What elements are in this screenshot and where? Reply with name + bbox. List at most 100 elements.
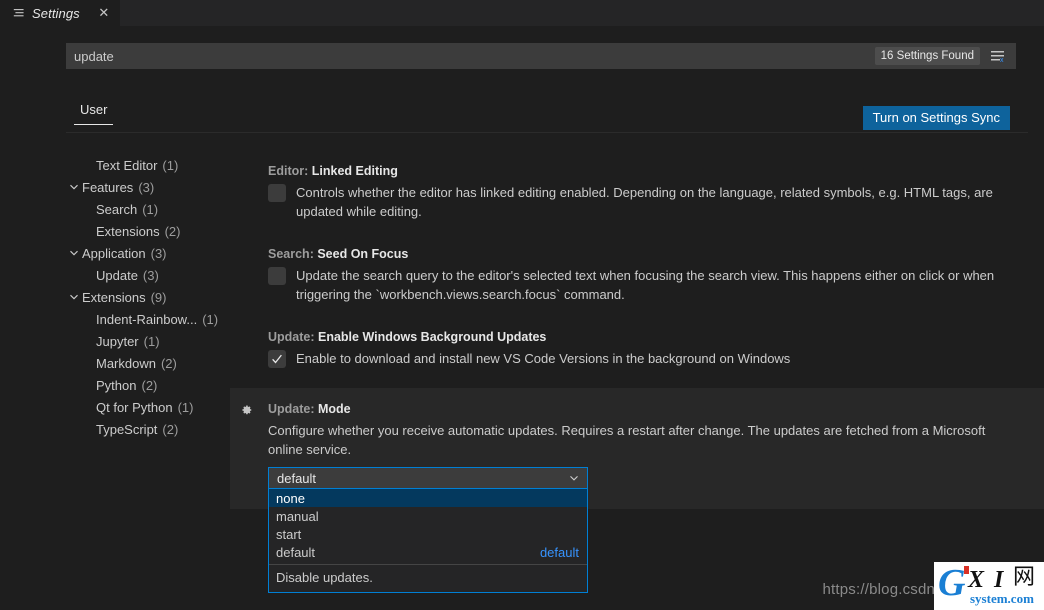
watermark-logo-subtitle: system.com: [970, 591, 1034, 606]
toc-item-text-editor[interactable]: Text Editor (1): [66, 154, 242, 176]
watermark-logo-cn: 网: [1013, 565, 1036, 590]
setting-category: Search:: [268, 247, 318, 261]
toc-item-extensions-features[interactable]: Extensions (2): [66, 220, 242, 242]
setting-title: Search: Seed On Focus: [268, 247, 1004, 261]
toc-item-count: (1): [162, 157, 179, 173]
checkbox-linked-editing[interactable]: [268, 184, 286, 202]
dropdown-option-description: Disable updates.: [276, 570, 373, 585]
toc-item-markdown[interactable]: Markdown (2): [66, 352, 242, 374]
setting-description: Update the search query to the editor's …: [296, 268, 995, 302]
setting-control-row: Controls whether the editor has linked e…: [268, 183, 1004, 221]
chevron-down-icon: [567, 473, 581, 483]
watermark-logo: G X I 网 system.com: [934, 562, 1044, 610]
search-input[interactable]: update: [66, 43, 1016, 69]
setting-name: Linked Editing: [311, 164, 398, 178]
toc-item-count: (9): [150, 289, 167, 305]
setting-name: Enable Windows Background Updates: [318, 330, 547, 344]
setting-description: Configure whether you receive automatic …: [268, 423, 986, 457]
toc-item-label: TypeScript: [96, 421, 158, 437]
setting-item-seed-on-focus: Search: Seed On Focus Update the search …: [230, 231, 1028, 314]
setting-control-row: Enable to download and install new VS Co…: [268, 349, 1004, 368]
update-mode-select[interactable]: default: [268, 467, 588, 489]
toc-item-label: Text Editor: [96, 157, 158, 173]
svg-text:x: x: [1000, 57, 1004, 63]
tab-bar-empty-space: [120, 0, 1044, 26]
toc-item-label: Extensions: [82, 289, 146, 305]
toc-item-count: (2): [160, 355, 177, 371]
setting-description: Controls whether the editor has linked e…: [296, 185, 993, 219]
setting-category: Update:: [268, 330, 318, 344]
toc-item-count: (2): [141, 377, 158, 393]
toc-item-label: Features: [82, 179, 134, 195]
toc-item-qt-for-python[interactable]: Qt for Python (1): [66, 396, 242, 418]
select-value: default: [277, 470, 317, 486]
settings-search-row: update 16 Settings Found x: [66, 43, 1016, 69]
watermark-logo-xi: X I: [968, 567, 1006, 593]
setting-name: Seed On Focus: [317, 247, 409, 261]
watermark-logo-g: G: [938, 562, 966, 604]
close-icon[interactable]: ✕: [96, 5, 112, 21]
setting-title: Update: Enable Windows Background Update…: [268, 330, 1004, 344]
toc-item-count: (2): [162, 421, 179, 437]
setting-name: Mode: [318, 402, 351, 416]
tab-settings[interactable]: Settings ✕: [0, 0, 120, 26]
update-mode-select-wrapper: default none manual start default defaul…: [268, 467, 588, 593]
watermark-url: https://blog.csdn.n: [822, 581, 948, 598]
dropdown-option-none[interactable]: none: [269, 489, 587, 507]
option-label: start: [276, 526, 302, 542]
clear-filter-icon[interactable]: x: [988, 47, 1008, 65]
turn-on-settings-sync-button[interactable]: Turn on Settings Sync: [862, 106, 1010, 130]
toc-item-application[interactable]: Application (3): [66, 242, 242, 264]
toc-item-label: Search: [96, 201, 138, 217]
toc-item-count: (3): [142, 267, 159, 283]
option-label: manual: [276, 508, 319, 524]
toc-item-update[interactable]: Update (3): [66, 264, 242, 286]
tab-title: Settings: [32, 5, 80, 21]
toc-item-jupyter[interactable]: Jupyter (1): [66, 330, 242, 352]
toc-item-label: Indent-Rainbow...: [96, 311, 198, 327]
toc-item-search[interactable]: Search (1): [66, 198, 242, 220]
checkbox-background-updates[interactable]: [268, 350, 286, 368]
option-label: default: [276, 544, 316, 560]
toc-item-label: Update: [96, 267, 138, 283]
settings-editor: update 16 Settings Found x User Turn on …: [0, 26, 1044, 610]
setting-item-update-mode: Update: Mode Configure whether you recei…: [230, 388, 1044, 593]
option-default-tag: default: [539, 544, 579, 560]
dropdown-option-default[interactable]: default default: [269, 543, 587, 561]
toc-item-label: Application: [82, 245, 146, 261]
setting-title: Editor: Linked Editing: [268, 164, 1004, 178]
setting-title: Update: Mode: [268, 402, 1042, 416]
toc-item-label: Markdown: [96, 355, 156, 371]
settings-found-badge: 16 Settings Found: [874, 47, 980, 65]
toc-item-extensions[interactable]: Extensions (9): [66, 286, 242, 308]
settings-list-icon: [12, 6, 26, 20]
toc-item-typescript[interactable]: TypeScript (2): [66, 418, 242, 440]
settings-scope-row: User Turn on Settings Sync: [66, 102, 1028, 133]
chevron-down-icon[interactable]: [66, 248, 82, 258]
toc-item-count: (2): [164, 223, 181, 239]
toc-item-features[interactable]: Features (3): [66, 176, 242, 198]
tab-user[interactable]: User: [74, 102, 114, 125]
dropdown-option-manual[interactable]: manual: [269, 507, 587, 525]
settings-items-list: Editor: Linked Editing Controls whether …: [230, 154, 1044, 610]
editor-tab-bar: Settings ✕: [0, 0, 1044, 26]
toc-item-count: (3): [138, 179, 155, 195]
setting-item-linked-editing: Editor: Linked Editing Controls whether …: [230, 154, 1028, 231]
chevron-down-icon[interactable]: [66, 182, 82, 192]
gear-icon[interactable]: [238, 402, 254, 418]
toc-item-label: Qt for Python: [96, 399, 173, 415]
checkbox-seed-on-focus[interactable]: [268, 267, 286, 285]
toc-item-indent-rainbow[interactable]: Indent-Rainbow... (1): [66, 308, 242, 330]
setting-category: Update:: [268, 402, 318, 416]
toc-item-count: (1): [143, 333, 160, 349]
chevron-down-icon[interactable]: [66, 292, 82, 302]
toc-item-label: Python: [96, 377, 137, 393]
toc-item-count: (1): [177, 399, 194, 415]
toc-item-python[interactable]: Python (2): [66, 374, 242, 396]
setting-category: Editor:: [268, 164, 312, 178]
dropdown-option-start[interactable]: start: [269, 525, 587, 543]
toc-item-label: Jupyter: [96, 333, 139, 349]
option-label: none: [276, 490, 305, 506]
setting-item-background-updates: Update: Enable Windows Background Update…: [230, 314, 1028, 378]
settings-toc: Text Editor (1) Features (3) Search (1) …: [66, 154, 242, 440]
